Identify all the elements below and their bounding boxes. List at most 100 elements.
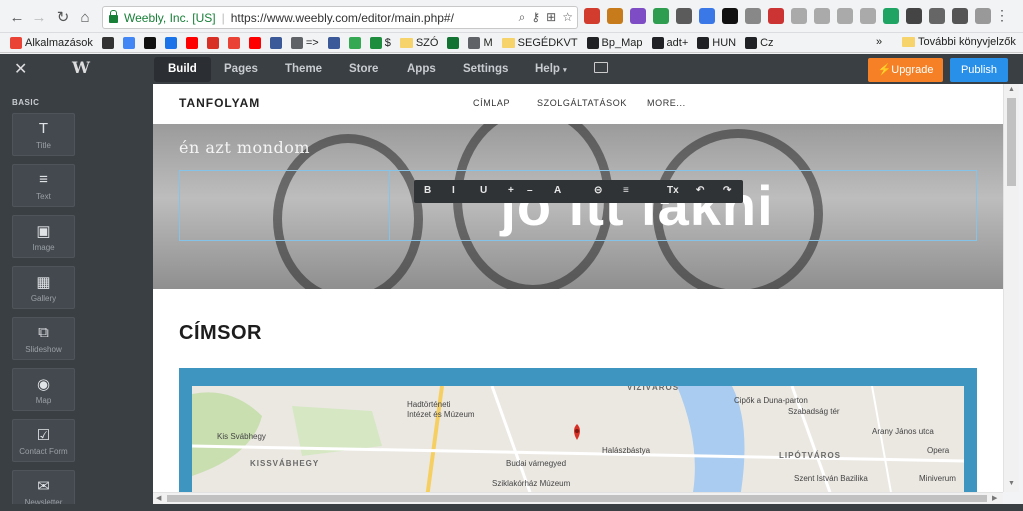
site-nav-services[interactable]: SZOLGÁLTATÁSOK — [537, 98, 627, 108]
other-bookmarks[interactable]: További könyvjelzők — [902, 36, 1016, 48]
extension-icon[interactable] — [745, 8, 761, 24]
map-view[interactable]: VÍZIVÁROS Hadtörténeti Intézet és Múzeum Ki… — [192, 386, 964, 492]
extension-icon[interactable] — [791, 8, 807, 24]
bookmark-item[interactable] — [185, 36, 198, 49]
element-image[interactable]: ▣ Image — [12, 215, 75, 258]
tab-settings[interactable]: Settings — [449, 57, 522, 82]
element-gallery[interactable]: ▦ Gallery — [12, 266, 75, 309]
link-icon[interactable]: ⊝ — [594, 185, 602, 196]
extension-icon[interactable] — [952, 8, 968, 24]
tab-help[interactable]: Help ▾ — [521, 57, 581, 82]
url-text[interactable]: https://www.weebly.com/editor/main.php#/ — [231, 11, 454, 25]
site-nav-more[interactable]: MORE... — [647, 98, 686, 108]
bookmark-item[interactable] — [327, 36, 340, 49]
bookmark-item[interactable]: Cz — [745, 36, 774, 49]
scroll-right-arrow-icon[interactable]: ▶ — [992, 494, 997, 502]
bookmark-item[interactable]: SEGÉDKVT — [501, 37, 578, 49]
device-preview-icon[interactable] — [594, 62, 608, 73]
extension-icon[interactable] — [653, 8, 669, 24]
key-icon[interactable]: ⚷ — [531, 10, 540, 25]
star-icon[interactable]: ☆ — [562, 10, 573, 25]
extension-icon[interactable] — [975, 8, 991, 24]
reload-icon[interactable]: ↻ — [52, 6, 74, 28]
bookmark-item[interactable]: Alkalmazások — [10, 36, 93, 49]
bookmarks-overflow[interactable]: » — [876, 36, 882, 48]
back-arrow-icon[interactable]: ← — [6, 6, 28, 28]
text-color-icon[interactable]: A — [554, 185, 561, 196]
tab-pages[interactable]: Pages — [210, 57, 272, 82]
extension-icon[interactable] — [768, 8, 784, 24]
horizontal-scrollbar[interactable]: ◀ ▶ — [153, 492, 1003, 504]
scroll-down-arrow-icon[interactable]: ▼ — [1008, 480, 1015, 487]
map-block[interactable]: VÍZIVÁROS Hadtörténeti Intézet és Múzeum Ki… — [179, 368, 977, 492]
bookmark-item[interactable] — [269, 36, 282, 49]
scroll-left-arrow-icon[interactable]: ◀ — [156, 494, 161, 502]
italic-icon[interactable]: I — [452, 185, 455, 196]
element-slideshow[interactable]: ⧉ Slideshow — [12, 317, 75, 360]
weebly-logo[interactable]: W — [72, 58, 90, 77]
extension-icon[interactable] — [837, 8, 853, 24]
redo-icon[interactable]: ↷ — [723, 185, 731, 196]
align-icon[interactable]: ≡ — [623, 185, 629, 196]
address-bar[interactable]: Weebly, Inc. [US] | https://www.weebly.c… — [102, 6, 578, 29]
bookmark-item[interactable]: M — [468, 36, 493, 49]
bookmark-item[interactable] — [248, 36, 261, 49]
close-icon[interactable]: ✕ — [14, 59, 27, 79]
translate-icon[interactable]: ⊞ — [546, 10, 556, 25]
clear-format-icon[interactable]: Tx — [667, 185, 679, 196]
tab-apps[interactable]: Apps — [393, 57, 450, 82]
underline-icon[interactable]: U — [480, 185, 487, 196]
hero-subtitle[interactable]: én azt mondom — [179, 138, 310, 157]
bookmark-item[interactable] — [206, 36, 219, 49]
site-identity[interactable]: Weebly, Inc. [US] — [124, 11, 216, 25]
extension-icon[interactable] — [607, 8, 623, 24]
element-title[interactable]: T Title — [12, 113, 75, 156]
extension-icon[interactable] — [699, 8, 715, 24]
forward-arrow-icon[interactable]: → — [28, 6, 50, 28]
extension-icon[interactable] — [814, 8, 830, 24]
bookmark-item[interactable] — [348, 36, 361, 49]
vertical-scroll-thumb[interactable] — [1007, 98, 1016, 186]
bookmark-item[interactable]: $ — [369, 36, 391, 49]
bookmark-item[interactable]: => — [290, 36, 319, 49]
tab-store[interactable]: Store — [335, 57, 392, 82]
bookmark-item[interactable]: HUN — [697, 36, 736, 49]
bookmark-item[interactable] — [101, 36, 114, 49]
element-contact-form[interactable]: ☑ Contact Form — [12, 419, 75, 462]
bookmark-item[interactable]: SZÓ — [399, 37, 438, 49]
extension-icon[interactable] — [630, 8, 646, 24]
hero-banner[interactable]: én azt mondom jó itt lakni B I U + – A ⊝ ≡ Tx ↶ ↷ — [153, 124, 1003, 289]
decrease-size-icon[interactable]: – — [527, 185, 533, 196]
zoom-icon[interactable]: ⌕ — [519, 10, 526, 25]
site-title[interactable]: TANFOLYAM — [179, 96, 260, 110]
extension-icon[interactable] — [906, 8, 922, 24]
extension-icon[interactable] — [860, 8, 876, 24]
increase-size-icon[interactable]: + — [508, 185, 514, 196]
publish-button[interactable]: Publish — [950, 58, 1008, 82]
menu-icon[interactable]: ⋮ — [995, 7, 1009, 24]
extension-icon[interactable] — [584, 8, 600, 24]
bookmark-item[interactable]: Bp_Map — [586, 36, 643, 49]
tab-theme[interactable]: Theme — [271, 57, 336, 82]
horizontal-scroll-thumb[interactable] — [167, 495, 987, 502]
home-icon[interactable]: ⌂ — [74, 6, 96, 28]
bold-icon[interactable]: B — [424, 185, 431, 196]
extension-icon[interactable] — [929, 8, 945, 24]
site-nav-home[interactable]: CÍMLAP — [473, 98, 510, 108]
bookmark-item[interactable] — [227, 36, 240, 49]
extension-icon[interactable] — [883, 8, 899, 24]
upgrade-button[interactable]: ⚡Upgrade — [868, 58, 943, 82]
undo-icon[interactable]: ↶ — [696, 185, 704, 196]
element-text[interactable]: ≡ Text — [12, 164, 75, 207]
bookmark-item[interactable] — [164, 36, 177, 49]
vertical-scrollbar[interactable]: ▲ ▼ — [1003, 84, 1019, 492]
extension-icon[interactable] — [676, 8, 692, 24]
scroll-up-arrow-icon[interactable]: ▲ — [1008, 86, 1015, 93]
tab-build[interactable]: Build — [154, 57, 211, 82]
bookmark-item[interactable] — [122, 36, 135, 49]
extension-icon[interactable] — [722, 8, 738, 24]
bookmark-item[interactable]: adt+ — [651, 36, 688, 49]
section-heading[interactable]: CÍMSOR — [179, 322, 262, 345]
bookmark-item[interactable] — [143, 36, 156, 49]
element-map[interactable]: ◉ Map — [12, 368, 75, 411]
